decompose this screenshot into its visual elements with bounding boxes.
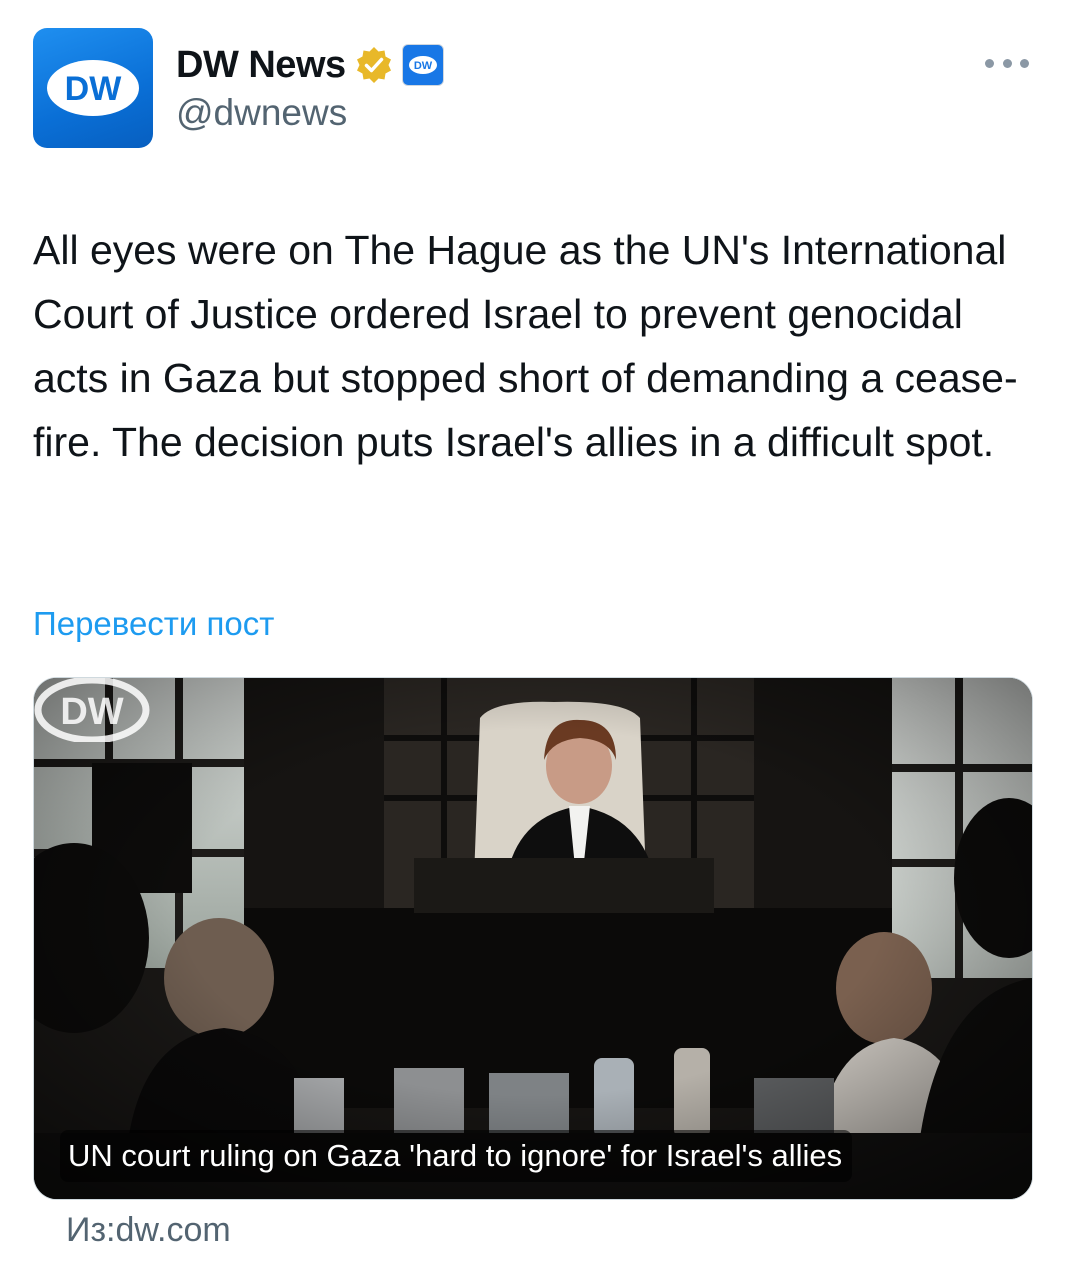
author-handle[interactable]: @dwnews xyxy=(176,92,347,134)
affiliate-badge[interactable]: DW xyxy=(401,44,444,86)
dw-logo-icon: DW xyxy=(47,60,139,116)
avatar-logo-text: DW xyxy=(65,70,123,108)
card-watermark-text: DW xyxy=(60,691,123,733)
tweet-text: All eyes were on The Hague as the UN's I… xyxy=(33,227,1018,465)
link-source[interactable]: Из:dw.com xyxy=(66,1211,231,1250)
author-name-row: DW News DW xyxy=(176,40,444,90)
translate-post-link[interactable]: Перевести пост xyxy=(33,605,274,643)
avatar[interactable]: DW xyxy=(33,28,153,148)
verified-badge-icon[interactable] xyxy=(354,45,394,85)
dw-watermark-icon: DW xyxy=(34,678,150,742)
link-card-title[interactable]: UN court ruling on Gaza 'hard to ignore'… xyxy=(68,1138,842,1174)
courtroom-image xyxy=(34,678,1032,1199)
author-display-name[interactable]: DW News xyxy=(176,44,346,87)
link-card-title-bar: UN court ruling on Gaza 'hard to ignore'… xyxy=(60,1130,853,1182)
affiliate-badge-text: DW xyxy=(413,60,432,72)
dw-affiliate-icon: DW xyxy=(408,56,437,74)
more-options-icon[interactable] xyxy=(985,50,1029,76)
link-card-media[interactable]: DW UN court ruling on Gaza 'hard to igno… xyxy=(33,677,1033,1200)
